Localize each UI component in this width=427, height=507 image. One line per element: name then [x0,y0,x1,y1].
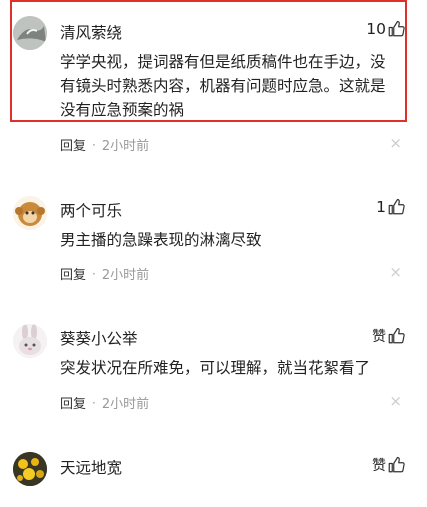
like-count: 1 [376,198,386,216]
comment-item: 葵葵小公举 赞 突发状况在所难免，可以理解，就当花絮看了 回复 · 2小时前 × [0,318,427,418]
comment-text: 学学央视，提词器有但是纸质稿件也在手边，没 有镜头时熟悉内容，机器有问题时应急。… [60,53,386,119]
reply-button[interactable]: 回复 [60,264,86,283]
meta-separator: · [92,266,96,281]
like-button[interactable]: 赞 [372,326,405,346]
thumbs-up-icon [388,198,405,215]
avatar[interactable] [13,16,47,50]
like-button[interactable]: 10 [366,20,405,38]
avatar[interactable] [13,324,47,358]
like-button[interactable]: 赞 [372,455,405,475]
comment-text: 突发状况在所难免，可以理解，就当花絮看了 [60,359,371,377]
reply-button[interactable]: 回复 [60,135,86,154]
username[interactable]: 天远地宽 [60,456,122,478]
comment-meta: 回复 · 2小时前 [60,135,150,155]
close-icon[interactable]: × [389,136,402,151]
timestamp: 2小时前 [101,397,150,412]
timestamp: 2小时前 [101,139,150,154]
meta-separator: · [92,137,96,152]
comment-item: 清风萦绕 10 学学央视，提词器有但是纸质稿件也在手边，没 有镜头时熟悉内容，机… [0,0,427,160]
thumbs-up-icon [388,456,405,473]
like-count: 10 [366,20,386,38]
avatar[interactable] [13,452,47,486]
like-count: 赞 [372,458,386,474]
comment-item: 两个可乐 1 男主播的急躁表现的淋漓尽致 回复 · 2小时前 × [0,190,427,290]
thumbs-up-icon [388,20,405,37]
username[interactable]: 两个可乐 [60,199,122,221]
avatar[interactable] [13,196,47,230]
close-icon[interactable]: × [389,265,402,280]
username[interactable]: 葵葵小公举 [60,327,138,349]
username[interactable]: 清风萦绕 [60,21,122,43]
thumbs-up-icon [388,327,405,344]
comment-text: 男主播的急躁表现的淋漓尽致 [60,231,262,249]
meta-separator: · [92,395,96,410]
reply-button[interactable]: 回复 [60,393,86,412]
close-icon[interactable]: × [389,394,402,409]
timestamp: 2小时前 [101,268,150,283]
comment-item: 天远地宽 赞 [0,446,427,507]
comment-meta: 回复 · 2小时前 [60,393,150,413]
like-count: 赞 [372,329,386,345]
like-button[interactable]: 1 [376,198,405,216]
comment-meta: 回复 · 2小时前 [60,264,150,284]
